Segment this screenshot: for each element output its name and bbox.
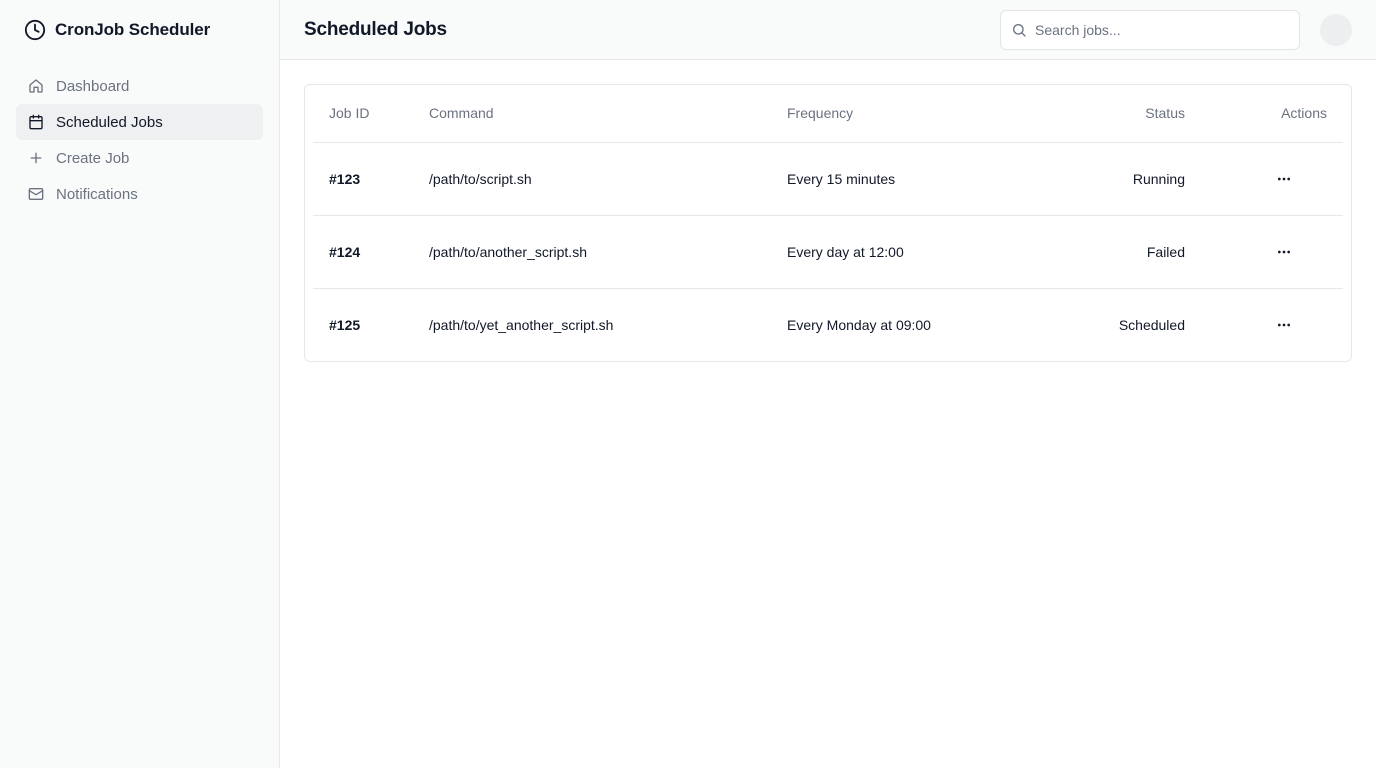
search-box[interactable] <box>1000 9 1300 50</box>
home-icon <box>28 78 44 94</box>
app-root: CronJob Scheduler Dashboard Scheduled Jo… <box>0 0 1376 768</box>
job-id-cell: #125 <box>329 316 361 333</box>
command-cell: /path/to/another_script.sh <box>413 215 771 289</box>
frequency-cell: Every 15 minutes <box>771 142 1041 216</box>
command-cell: /path/to/script.sh <box>413 142 771 216</box>
jobs-table: Job ID Command Frequency Status Actions … <box>313 85 1343 361</box>
main-area: Scheduled Jobs Job ID <box>280 0 1376 768</box>
column-header-job-id: Job ID <box>313 85 413 143</box>
status-cell: Scheduled <box>1118 316 1185 333</box>
job-id-cell: #123 <box>313 142 413 216</box>
jobs-card: Job ID Command Frequency Status Actions … <box>304 84 1352 362</box>
table-row[interactable]: #125 /path/to/yet_another_script.sh Ever… <box>313 288 1343 361</box>
brand[interactable]: CronJob Scheduler <box>16 0 263 60</box>
sidebar: CronJob Scheduler Dashboard Scheduled Jo… <box>0 0 280 768</box>
column-header-status: Status <box>1041 85 1201 143</box>
calendar-icon <box>28 114 44 130</box>
actions-cell <box>1201 288 1343 361</box>
column-header-command: Command <box>413 85 771 143</box>
table-row[interactable]: #124 /path/to/another_script.sh Every da… <box>313 215 1343 289</box>
more-horizontal-icon <box>1278 177 1290 180</box>
sidebar-item-label: Notifications <box>56 185 138 203</box>
sidebar-nav: Dashboard Scheduled Jobs Create Job Noti… <box>16 68 263 212</box>
sidebar-item-dashboard[interactable]: Dashboard <box>16 68 263 104</box>
sidebar-item-label: Dashboard <box>56 77 130 95</box>
job-id-cell: #124 <box>313 215 413 289</box>
more-actions-button[interactable] <box>1270 240 1298 264</box>
actions-cell <box>1201 142 1343 216</box>
table-row[interactable]: #123 /path/to/script.sh Every 15 minutes… <box>313 142 1343 216</box>
topbar: Scheduled Jobs <box>280 0 1376 60</box>
sidebar-item-create-job[interactable]: Create Job <box>16 140 263 176</box>
search-input[interactable] <box>1035 21 1299 38</box>
sidebar-item-scheduled-jobs[interactable]: Scheduled Jobs <box>16 104 263 140</box>
table-body: #123 /path/to/script.sh Every 15 minutes… <box>313 142 1343 361</box>
command-cell: /path/to/yet_another_script.sh <box>429 316 614 333</box>
clock-icon <box>24 19 46 41</box>
more-actions-button[interactable] <box>1270 313 1298 337</box>
table-header: Job ID Command Frequency Status Actions <box>313 85 1343 143</box>
table-header-row: Job ID Command Frequency Status Actions <box>313 85 1343 143</box>
more-actions-button[interactable] <box>1270 167 1298 191</box>
page-title: Scheduled Jobs <box>304 18 447 40</box>
mail-icon <box>28 186 44 202</box>
column-header-frequency: Frequency <box>771 85 1041 143</box>
frequency-cell: Every Monday at 09:00 <box>787 316 931 333</box>
content: Job ID Command Frequency Status Actions … <box>280 60 1376 768</box>
actions-cell <box>1201 215 1343 289</box>
status-cell: Failed <box>1041 215 1201 289</box>
search-icon <box>1011 22 1027 38</box>
app-title: CronJob Scheduler <box>55 20 211 39</box>
sidebar-item-label: Create Job <box>56 149 130 167</box>
frequency-cell: Every day at 12:00 <box>771 215 1041 289</box>
plus-icon <box>28 150 44 166</box>
more-horizontal-icon <box>1278 323 1290 327</box>
column-header-actions: Actions <box>1201 85 1343 143</box>
avatar[interactable] <box>1320 13 1352 46</box>
sidebar-item-notifications[interactable]: Notifications <box>16 176 263 212</box>
status-cell: Running <box>1041 142 1201 216</box>
more-horizontal-icon <box>1278 250 1290 253</box>
sidebar-item-label: Scheduled Jobs <box>56 113 163 131</box>
